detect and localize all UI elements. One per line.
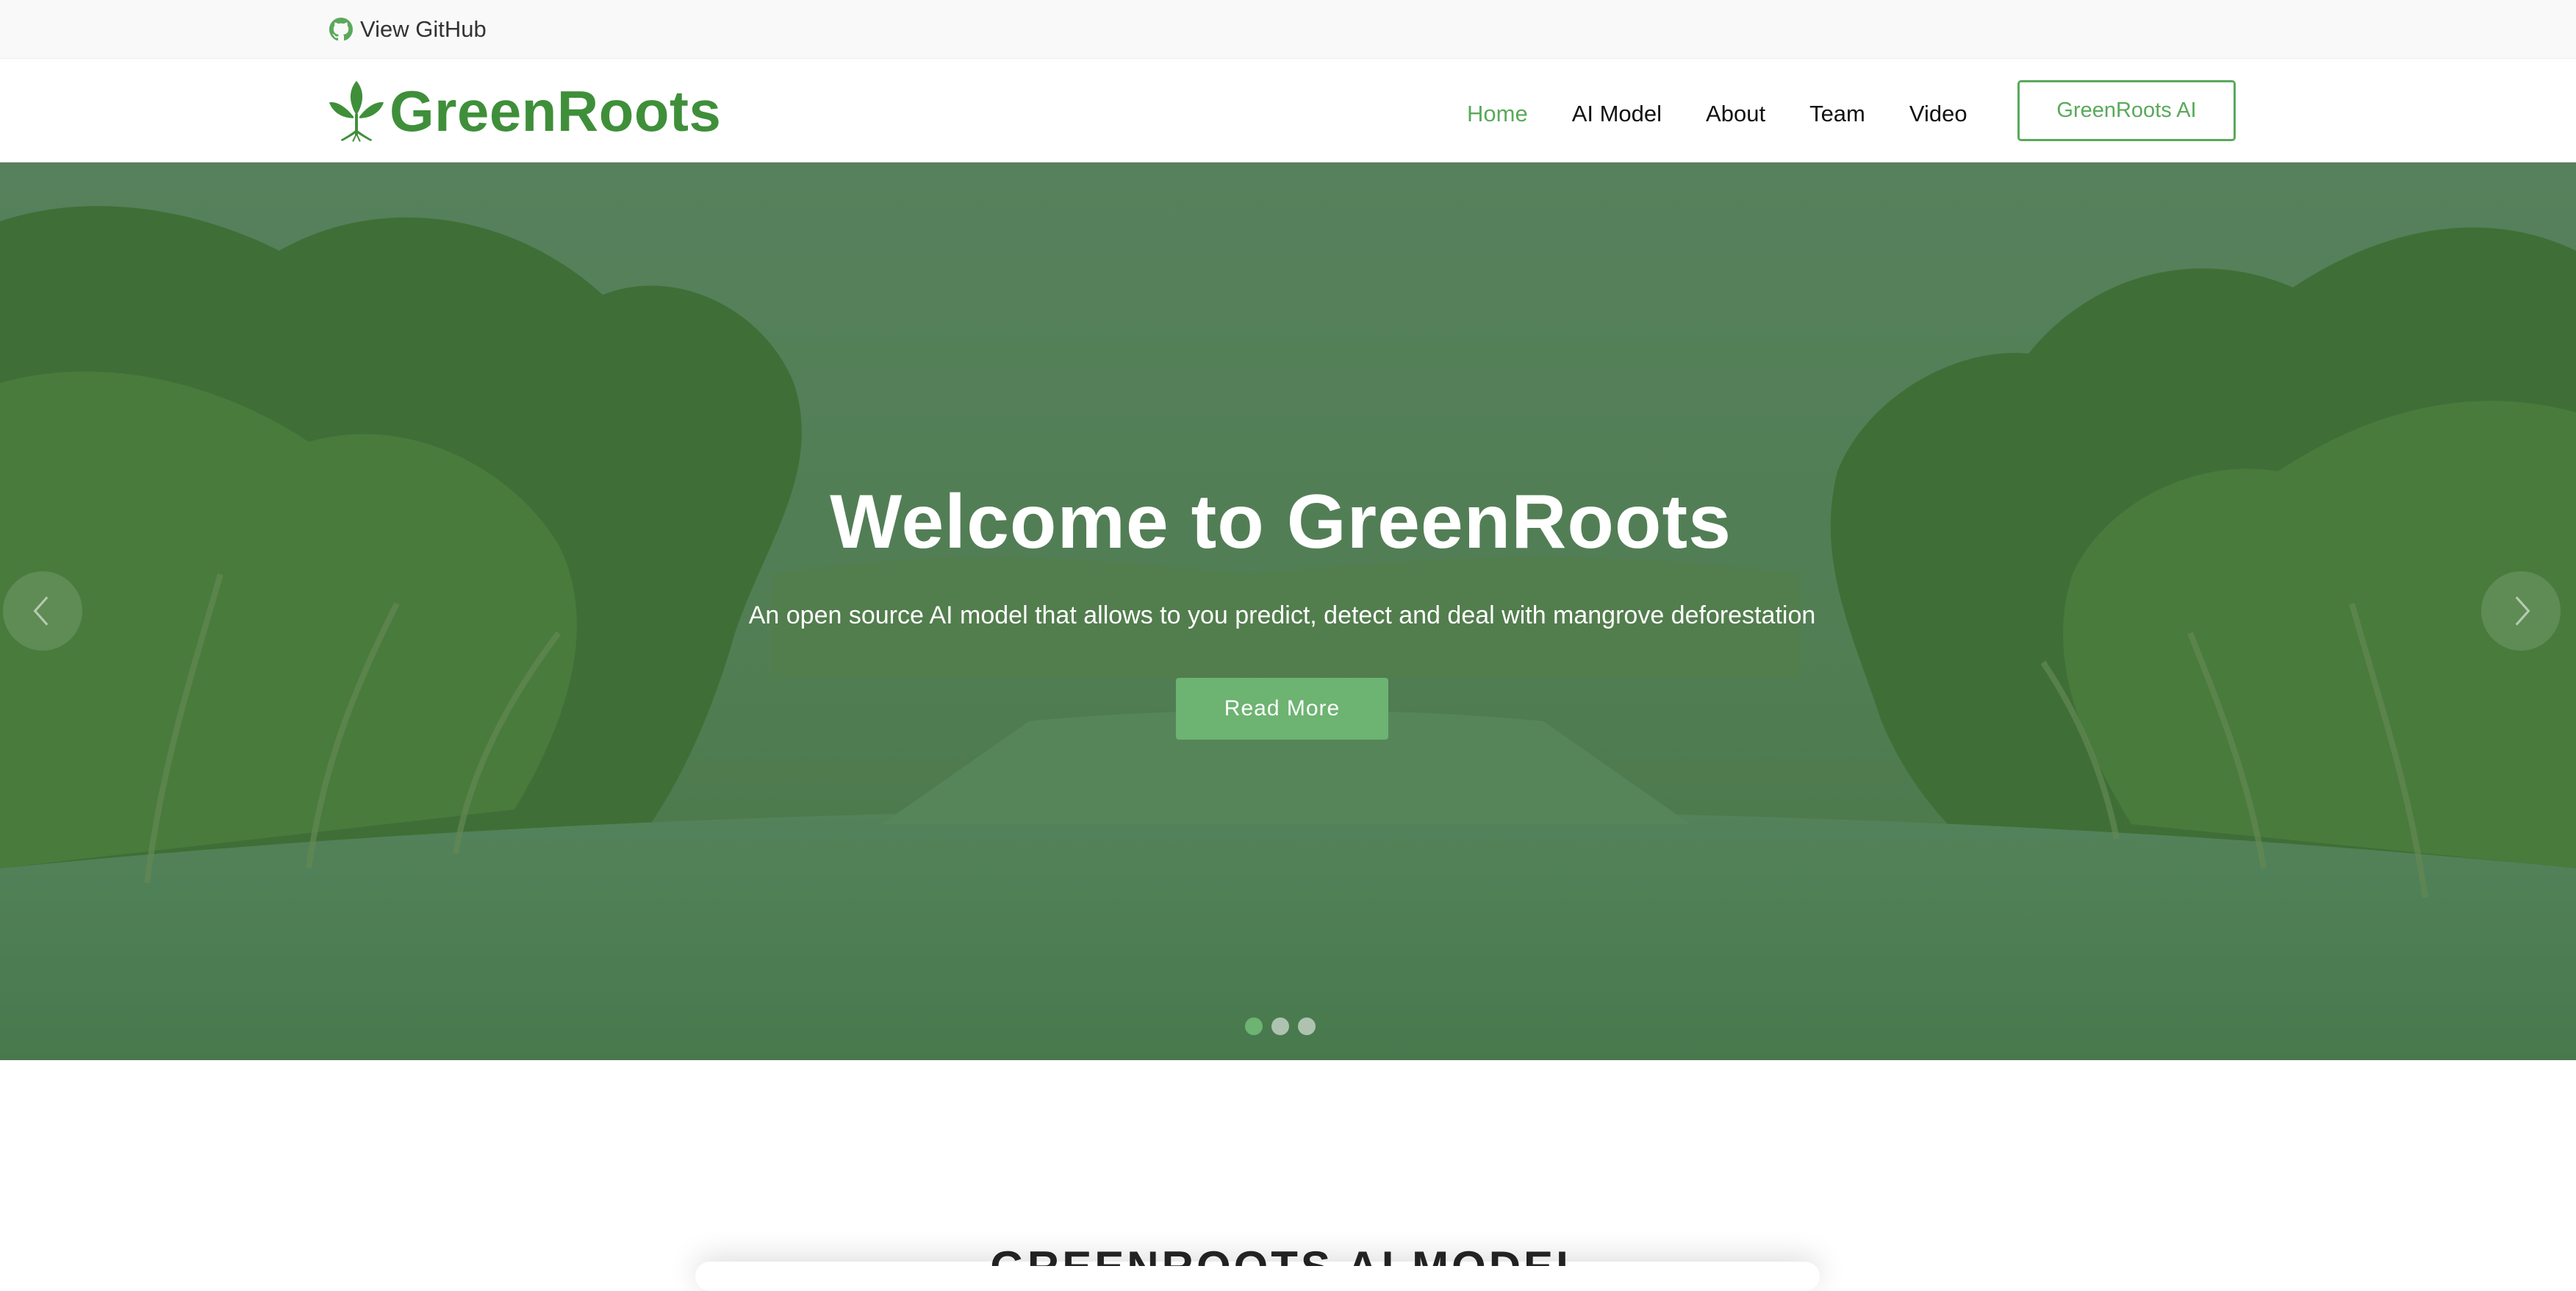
main-nav: Home AI Model About Team Video [1467, 92, 2012, 136]
top-bar: View GitHub [0, 0, 2576, 59]
hero-carousel: Welcome to GreenRoots An open source AI … [0, 162, 2576, 1060]
nav-item-video[interactable]: Video [1909, 101, 1967, 127]
brand-name: GreenRoots [390, 78, 722, 143]
nav-item-about[interactable]: About [1706, 101, 1765, 127]
view-github-link[interactable]: View GitHub [329, 13, 487, 46]
carousel-dot-1[interactable] [1245, 1018, 1263, 1035]
nav-item-team[interactable]: Team [1809, 101, 1865, 127]
hero-title: Welcome to GreenRoots [830, 479, 1732, 565]
carousel-dot-3[interactable] [1298, 1018, 1316, 1035]
carousel-dot-2[interactable] [1271, 1018, 1289, 1035]
nav-item-home[interactable]: Home [1467, 101, 1528, 127]
carousel-indicators [1245, 1017, 1324, 1036]
section-title: GREENROOTS AI MODEL [0, 1245, 2576, 1266]
hero-subtitle: An open source AI model that allows to y… [748, 601, 1816, 629]
section-card [695, 1262, 1820, 1291]
read-more-button[interactable]: Read More [1176, 678, 1388, 740]
greenroots-ai-button[interactable]: GreenRoots AI [2017, 80, 2236, 141]
main-header: GreenRoots Home AI Model About Team Vide… [0, 59, 2576, 162]
github-icon [329, 18, 353, 41]
view-github-label: View GitHub [360, 16, 487, 42]
leaf-icon [329, 81, 384, 142]
nav-item-ai-model[interactable]: AI Model [1572, 101, 1662, 127]
brand-logo[interactable]: GreenRoots [328, 78, 721, 144]
